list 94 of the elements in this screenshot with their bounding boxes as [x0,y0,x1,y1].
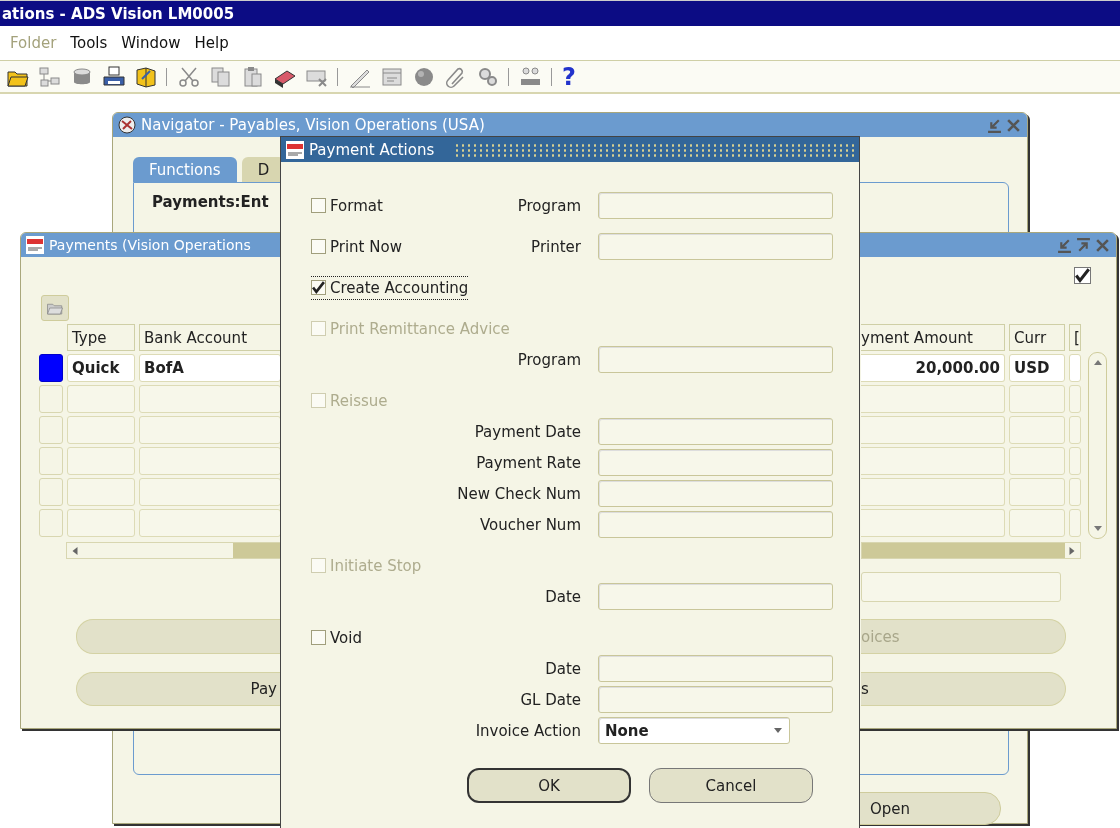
table-cell[interactable] [861,509,1005,537]
menu-item[interactable]: Window [121,34,181,52]
ok-button[interactable]: OK [467,768,631,803]
down-arrow-icon[interactable] [1092,526,1103,532]
field-label: Program [516,196,581,215]
table-cell[interactable] [67,509,135,537]
checkbox[interactable] [1074,267,1091,284]
checkbox[interactable]: Print Now [311,234,402,259]
checkbox[interactable]: Format [311,193,383,218]
field-label: Payment Rate [475,453,581,472]
table-cell[interactable] [67,385,135,413]
input-field[interactable] [598,655,833,682]
input-field[interactable] [598,346,833,373]
window-title: Navigator - Payables, Vision Operations (USA) [141,116,485,134]
field-label: GL Date [519,690,581,709]
input-field[interactable] [598,480,833,507]
up-arrow-icon[interactable] [1092,359,1103,365]
printer-icon[interactable] [102,64,126,89]
table-cell[interactable] [1069,354,1081,382]
table-cell[interactable]: 20,000.00 [861,354,1005,382]
table-cell[interactable] [139,509,281,537]
table-cell[interactable] [1069,447,1081,475]
column-header[interactable]: [ [1069,324,1081,351]
column-header[interactable]: Type [67,324,135,351]
table-cell[interactable] [67,478,135,506]
table-cell[interactable] [67,447,135,475]
input-field[interactable] [598,511,833,538]
close-icon[interactable] [1095,237,1110,253]
menu-item[interactable]: Tools [70,34,108,52]
column-header[interactable]: Curr [1009,324,1065,351]
button[interactable]: Pay [76,672,281,706]
table-cell[interactable] [139,416,281,444]
table-cell[interactable] [67,416,135,444]
field-label: Invoice Action [474,721,581,740]
button[interactable]: s [861,672,1066,706]
input-field[interactable] [598,583,833,610]
table-cell[interactable] [139,447,281,475]
checkmark-icon [312,281,325,294]
checkbox[interactable]: Void [311,625,362,650]
caret-icon [773,727,783,734]
field-label: Printer [530,237,581,256]
table-cell[interactable] [1009,385,1065,413]
table-cell[interactable] [139,478,281,506]
input-field[interactable] [598,192,833,219]
table-cell[interactable]: BofA [139,354,281,382]
table-cell[interactable] [861,447,1005,475]
help-button[interactable]: ? [562,64,576,89]
table-cell[interactable] [1009,478,1065,506]
scrollbar[interactable] [861,542,1081,559]
field-label: Date [544,587,581,606]
table-cell[interactable] [139,385,281,413]
menu-item[interactable]: Help [194,34,229,52]
table-cell[interactable] [861,478,1005,506]
field-label: New Check Num [456,484,581,503]
table-cell[interactable]: USD [1009,354,1065,382]
table-cell[interactable] [1009,509,1065,537]
input-field[interactable] [861,572,1061,602]
table-cell[interactable] [1069,385,1081,413]
column-header[interactable]: Bank Account [139,324,281,351]
input-field[interactable] [598,418,833,445]
table-cell[interactable] [1069,478,1081,506]
table-cell[interactable] [1009,447,1065,475]
cancel-button[interactable]: Cancel [649,768,813,803]
folder-button[interactable] [41,295,69,321]
table-cell[interactable] [861,385,1005,413]
table-cell[interactable]: Quick [67,354,135,382]
field-label: Date [544,659,581,678]
book-icon[interactable] [134,64,158,89]
table-cell[interactable] [1069,509,1081,537]
minimize-icon[interactable] [987,117,1002,133]
checkmark-icon [1075,268,1090,283]
table-cell[interactable] [1069,416,1081,444]
input-field[interactable] [598,449,833,476]
app-icon [25,236,45,254]
input-field[interactable] [598,686,833,713]
dropdown[interactable]: None [598,717,790,744]
checkbox[interactable]: Create Accounting [311,275,469,300]
column-header[interactable]: yment Amount [861,324,1005,351]
field-label: Voucher Num [478,515,581,534]
row-selector[interactable] [39,354,63,382]
window-title: Payments (Vision Operations [49,237,251,253]
table-cell[interactable] [1009,416,1065,444]
input-field[interactable] [598,233,833,260]
app-icon [285,140,305,159]
close-icon[interactable] [1006,117,1021,133]
table-cell[interactable] [861,416,1005,444]
window-title: ations - ADS Vision LM0005 [2,4,235,23]
minimize-icon[interactable] [1057,237,1072,253]
field-label: Payment Date [473,422,581,441]
scrollbar[interactable] [1088,352,1107,539]
scrollbar[interactable] [66,542,281,559]
field-label: Program [516,350,581,369]
maximize-icon[interactable] [1076,237,1091,253]
window-title: Payment Actions [309,140,435,159]
